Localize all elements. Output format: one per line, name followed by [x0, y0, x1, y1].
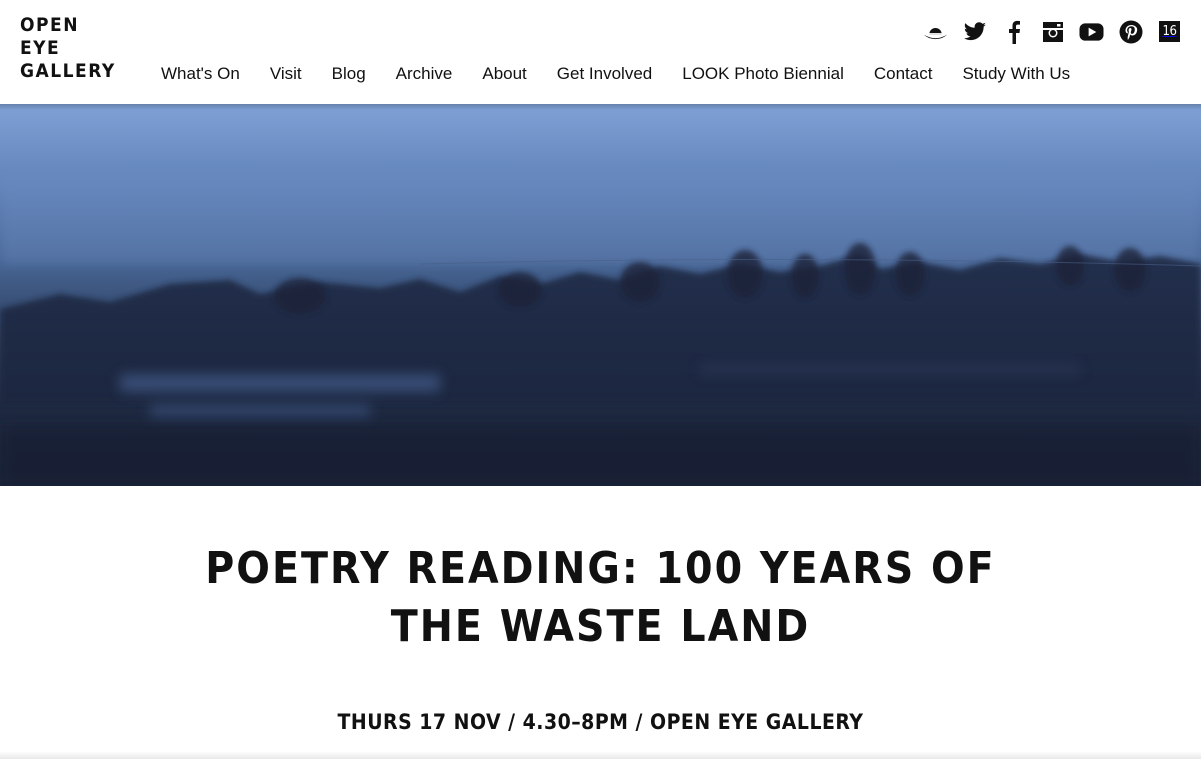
event-title: POETRY READING: 100 YEARS OF THE WASTE L… [0, 540, 1201, 656]
nav-item-visit[interactable]: Visit [270, 64, 302, 84]
hero-image [0, 104, 1201, 486]
hat-icon[interactable] [923, 19, 948, 44]
logo-line-open: OPEN [20, 14, 80, 36]
twitter-icon[interactable] [962, 19, 987, 44]
nav-item-get-involved[interactable]: Get Involved [557, 64, 652, 84]
bottom-fade [0, 751, 1201, 759]
nav-item-about[interactable]: About [482, 64, 526, 84]
nav-item-archive[interactable]: Archive [396, 64, 453, 84]
youtube-icon[interactable] [1079, 19, 1104, 44]
sixteen-icon[interactable]: 16 [1157, 19, 1182, 44]
site-header: OPEN EYE GALLERY What's On Visit Blog Ar… [0, 0, 1201, 104]
pinterest-icon[interactable] [1118, 19, 1143, 44]
hero-landscape [0, 174, 1201, 486]
logo-line-gallery: GALLERY [20, 60, 116, 82]
site-logo[interactable]: OPEN EYE GALLERY [20, 14, 116, 83]
event-title-line-2: THE WASTE LAND [390, 601, 811, 652]
event-date-location: THURS 17 NOV / 4.30–8PM / OPEN EYE GALLE… [337, 710, 864, 734]
nav-item-study-with-us[interactable]: Study With Us [962, 64, 1070, 84]
logo-line-eye: EYE [20, 37, 61, 59]
social-links: 16 [923, 19, 1182, 44]
nav-item-contact[interactable]: Contact [874, 64, 933, 84]
facebook-icon[interactable] [1001, 19, 1026, 44]
instagram-icon[interactable] [1040, 19, 1065, 44]
nav-item-blog[interactable]: Blog [332, 64, 366, 84]
event-title-line-1: POETRY READING: 100 YEARS OF [205, 543, 996, 594]
nav-item-look-photo-biennial[interactable]: LOOK Photo Biennial [682, 64, 844, 84]
main-nav: What's On Visit Blog Archive About Get I… [161, 64, 1100, 84]
sixteen-label: 16 [1159, 21, 1180, 42]
nav-item-whats-on[interactable]: What's On [161, 64, 240, 84]
